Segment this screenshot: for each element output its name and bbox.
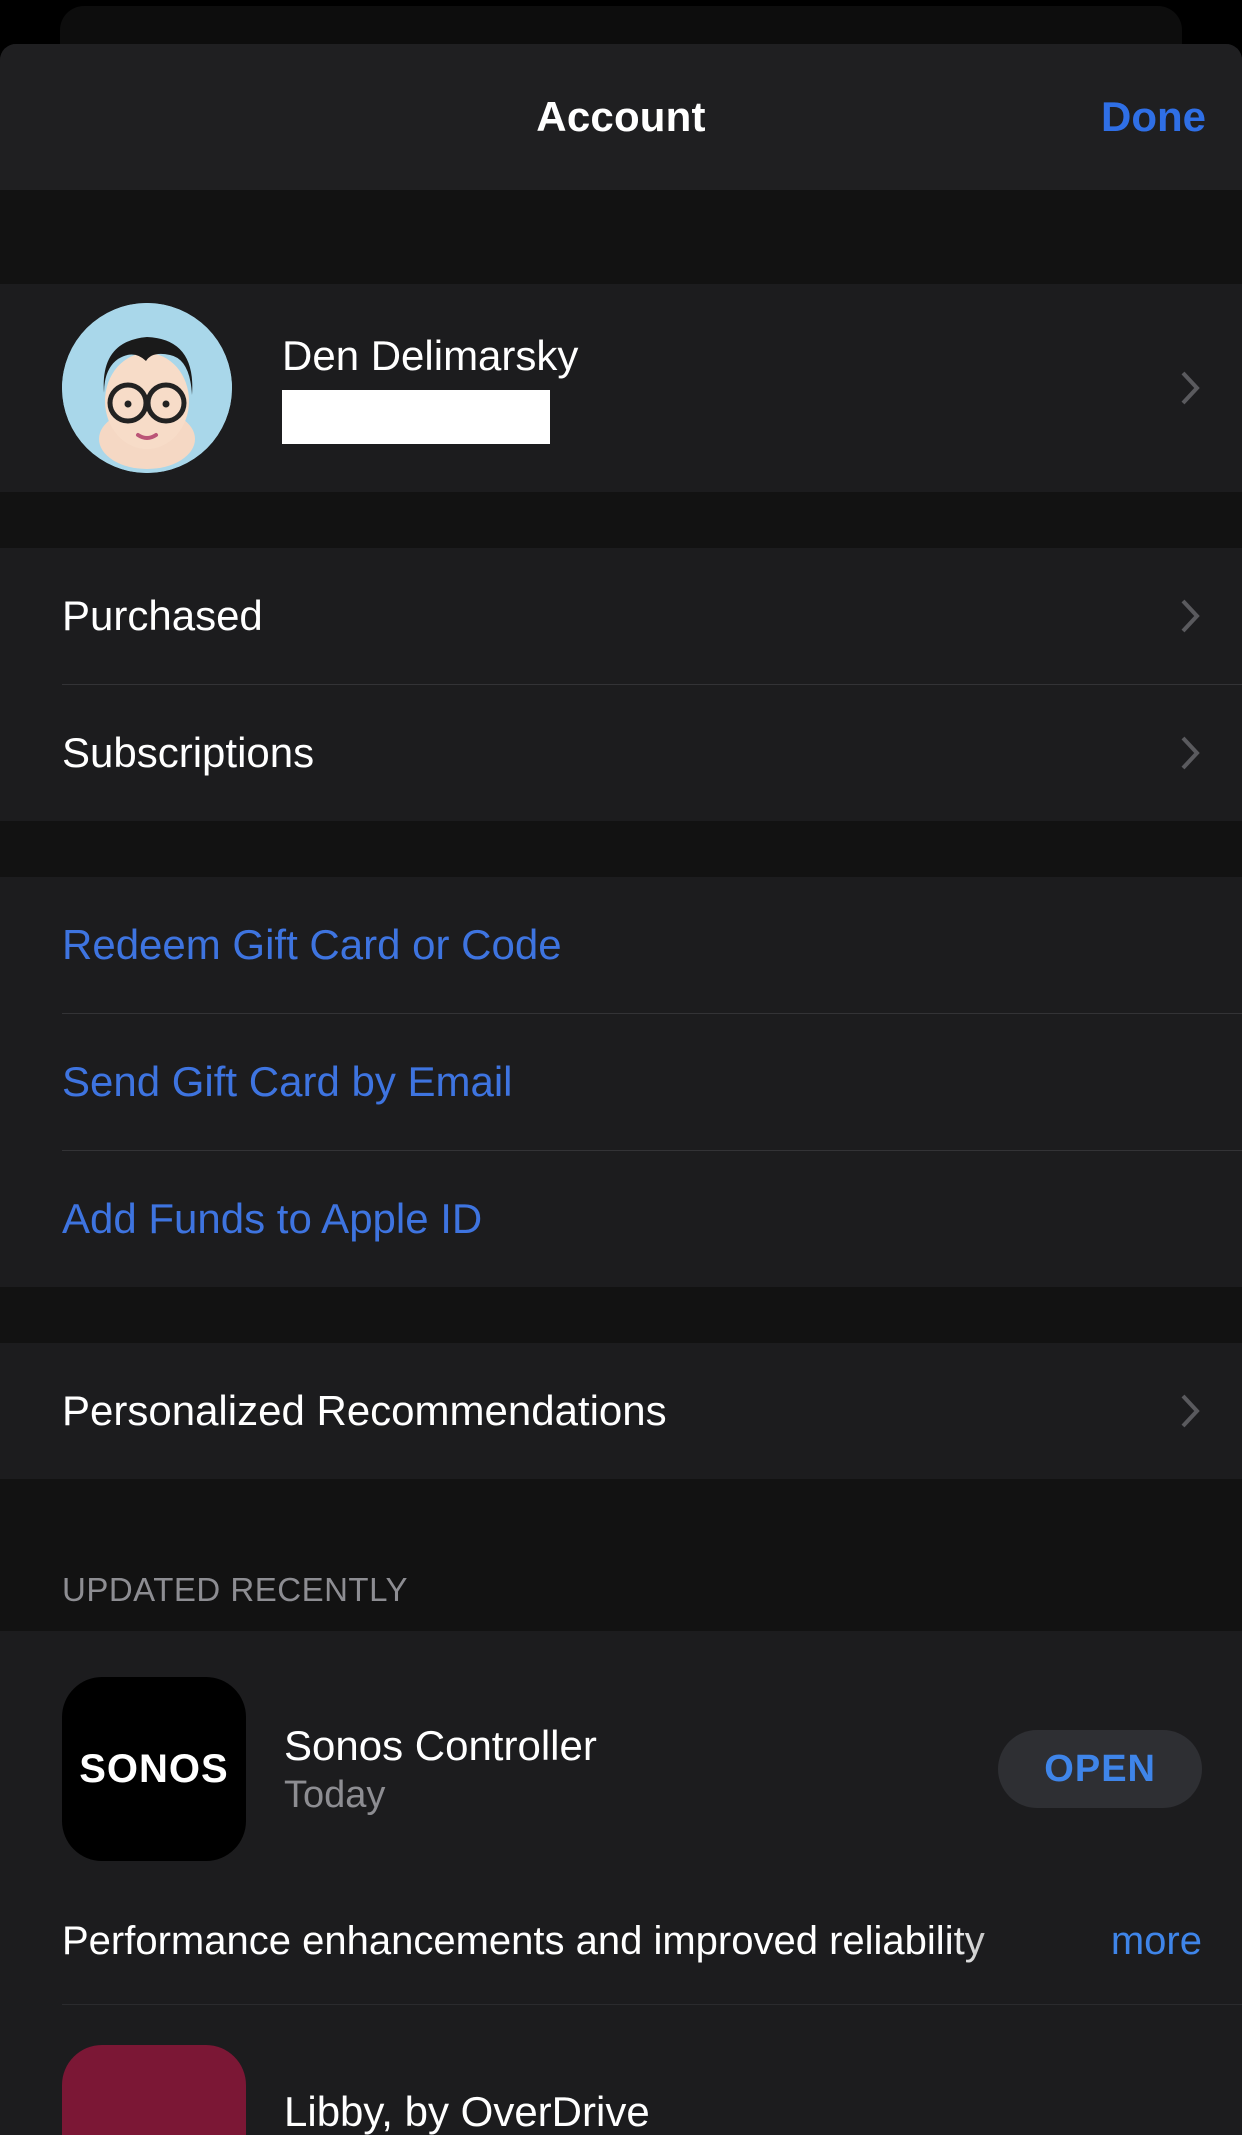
app-name: Sonos Controller <box>284 1722 998 1770</box>
app-row-libby[interactable]: Libby, by OverDrive <box>0 2005 1242 2135</box>
app-row-sonos[interactable]: SONOS Sonos Controller Today OPEN Perfor… <box>0 1631 1242 2004</box>
chevron-right-icon <box>1180 598 1202 634</box>
sheet-header: Account Done <box>0 44 1242 190</box>
purchased-row[interactable]: Purchased <box>0 548 1242 684</box>
send-gift-card-row[interactable]: Send Gift Card by Email <box>0 1014 1242 1150</box>
subscriptions-row[interactable]: Subscriptions <box>0 685 1242 821</box>
account-sheet: Account Done Den Delimarsky <box>0 44 1242 2135</box>
app-name: Libby, by OverDrive <box>284 2091 650 2135</box>
app-release-notes: Performance enhancements and improved re… <box>62 1919 1091 1964</box>
row-label: Subscriptions <box>62 729 1160 777</box>
redeem-gift-card-row[interactable]: Redeem Gift Card or Code <box>0 877 1242 1013</box>
section-gap <box>0 190 1242 284</box>
chevron-right-icon <box>1180 1393 1202 1429</box>
profile-email-redacted <box>282 390 550 444</box>
app-icon: SONOS <box>62 1677 246 1861</box>
chevron-right-icon <box>1180 370 1202 406</box>
personalized-recommendations-row[interactable]: Personalized Recommendations <box>0 1343 1242 1479</box>
row-label: Send Gift Card by Email <box>62 1058 1202 1106</box>
section-gap <box>0 821 1242 877</box>
app-icon <box>62 2045 246 2135</box>
updated-recently-header: UPDATED RECENTLY <box>0 1479 1242 1631</box>
done-button[interactable]: Done <box>1101 93 1206 141</box>
section-gap <box>0 492 1242 548</box>
profile-name: Den Delimarsky <box>282 332 1160 380</box>
more-button[interactable]: more <box>1111 1919 1202 1964</box>
add-funds-row[interactable]: Add Funds to Apple ID <box>0 1151 1242 1287</box>
open-button[interactable]: OPEN <box>998 1730 1202 1808</box>
avatar <box>62 303 232 473</box>
app-update-date: Today <box>284 1774 998 1817</box>
row-label: Add Funds to Apple ID <box>62 1195 1202 1243</box>
row-label: Purchased <box>62 592 1160 640</box>
profile-row[interactable]: Den Delimarsky <box>0 284 1242 492</box>
row-label: Redeem Gift Card or Code <box>62 921 1202 969</box>
page-title: Account <box>536 93 705 141</box>
section-gap <box>0 1287 1242 1343</box>
row-label: Personalized Recommendations <box>62 1387 1160 1435</box>
section-header-label: UPDATED RECENTLY <box>62 1571 1242 1609</box>
chevron-right-icon <box>1180 735 1202 771</box>
